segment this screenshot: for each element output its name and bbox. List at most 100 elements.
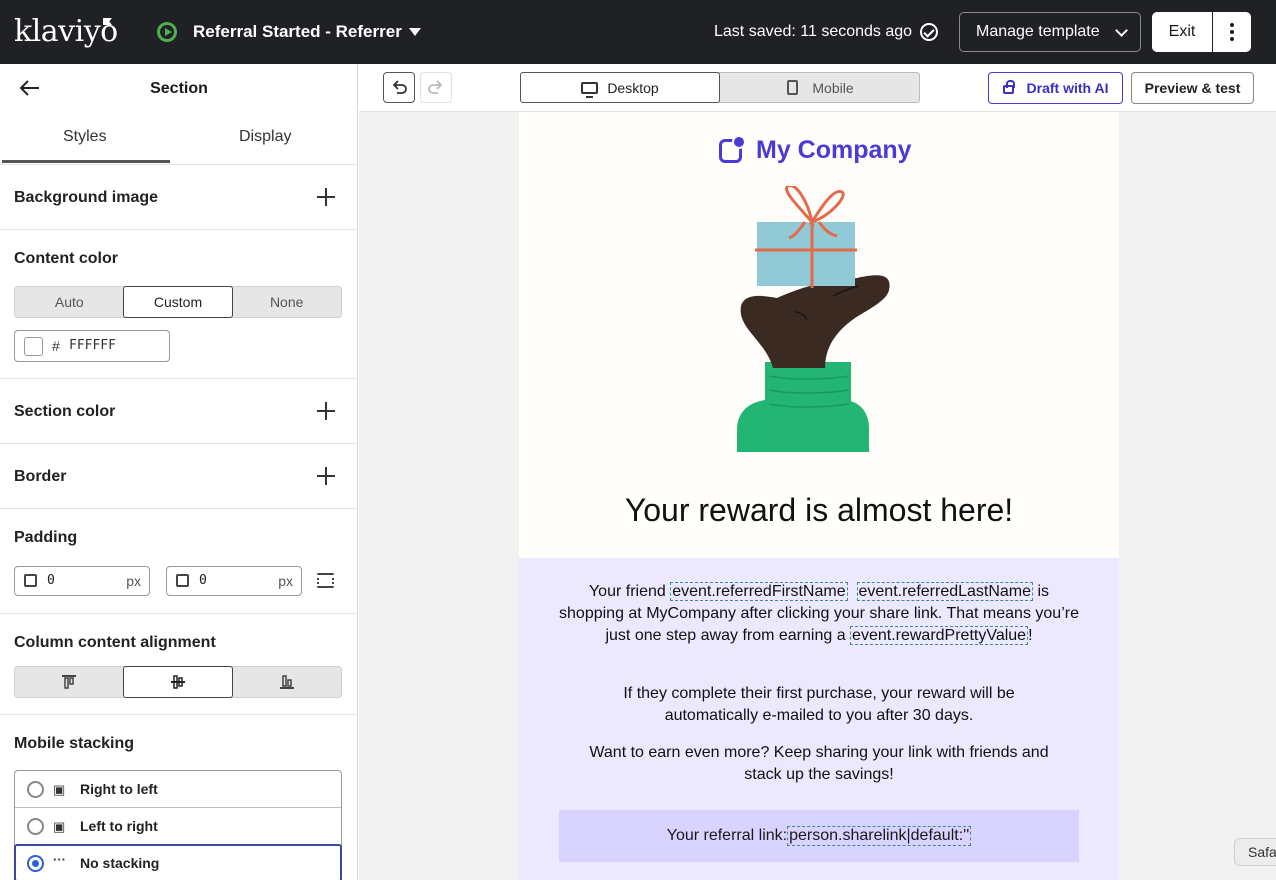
- redo-icon: [428, 80, 443, 94]
- merge-tag[interactable]: event.referredLastName: [856, 582, 1034, 601]
- mobile-label: Mobile: [812, 79, 854, 96]
- merge-tag[interactable]: event.referredFirstName: [670, 582, 848, 601]
- tab-display[interactable]: Display: [239, 128, 291, 146]
- monitor-icon: [581, 81, 599, 98]
- body-paragraph-1[interactable]: Your friend event.referredFirstName even…: [559, 581, 1079, 647]
- padding-individual-sides-icon[interactable]: [317, 573, 334, 588]
- color-swatch[interactable]: [24, 337, 43, 356]
- stacking-label: Right to left: [80, 781, 158, 797]
- draft-with-ai-button[interactable]: Draft with AI: [988, 72, 1123, 104]
- px-unit: px: [126, 573, 141, 589]
- merge-tag[interactable]: person.sharelink|default:'': [787, 826, 972, 846]
- content-color-toggle: Auto Custom None: [14, 286, 342, 318]
- device-toggle: Desktop Mobile: [520, 72, 920, 103]
- chevron-down-icon: [1115, 24, 1128, 37]
- background-image-heading: Background image: [14, 189, 159, 206]
- preview-test-button[interactable]: Preview & test: [1131, 72, 1254, 104]
- exit-button[interactable]: Exit: [1152, 12, 1212, 52]
- no-stacking-icon: ···: [53, 852, 66, 867]
- lock-icon: [1003, 80, 1015, 94]
- top-bar: klaviyo Referral Started - Referrer Last…: [0, 0, 1276, 64]
- stacking-label: No stacking: [80, 855, 160, 871]
- column-alignment-heading: Column content alignment: [14, 634, 216, 651]
- section-color-heading: Section color: [14, 403, 116, 420]
- brand-mark-icon: [719, 134, 746, 163]
- desktop-view-button[interactable]: Desktop: [520, 72, 720, 103]
- hash-label: #: [52, 338, 60, 354]
- referral-link-label: Your referral link:: [666, 827, 788, 844]
- email-headline[interactable]: Your reward is almost here!: [519, 492, 1119, 529]
- manage-template-label: Manage template: [976, 23, 1100, 40]
- editor-toolbar: Desktop Mobile Draft with AI Preview & t…: [359, 64, 1276, 112]
- body-paragraph-2[interactable]: If they complete their first purchase, y…: [599, 683, 1039, 727]
- tabs-divider: [0, 164, 358, 165]
- draft-with-ai-label: Draft with AI: [1026, 80, 1109, 96]
- email-canvas: Desktop Mobile Draft with AI Preview & t…: [359, 64, 1276, 880]
- align-top-button[interactable]: [15, 667, 124, 697]
- panel-title: Section: [150, 80, 208, 97]
- divider: [0, 508, 358, 509]
- body-paragraph-3[interactable]: Want to earn even more? Keep sharing you…: [579, 742, 1059, 786]
- divider: [0, 229, 358, 230]
- horizontal-padding-field[interactable]: 0 px: [166, 566, 302, 596]
- vertical-padding-value[interactable]: 0: [47, 573, 55, 588]
- add-section-color-icon[interactable]: [317, 402, 335, 420]
- horizontal-padding-value[interactable]: 0: [199, 573, 207, 588]
- manage-template-button[interactable]: Manage template: [959, 12, 1141, 52]
- stacking-left-to-right[interactable]: ▣ Left to right: [15, 808, 341, 845]
- hex-value[interactable]: FFFFFF: [69, 338, 116, 353]
- border-heading: Border: [14, 468, 67, 485]
- add-background-image-icon[interactable]: [317, 188, 335, 206]
- divider: [0, 714, 358, 715]
- undo-button[interactable]: [383, 72, 415, 103]
- vertical-padding-field[interactable]: 0 px: [14, 566, 150, 596]
- left-to-right-icon: ▣: [53, 819, 66, 834]
- mobile-stacking-options: ▣ Right to left ▣ Left to right ··· No s…: [14, 770, 342, 880]
- caret-down-icon[interactable]: [409, 28, 421, 36]
- merge-tag[interactable]: event.rewardPrettyValue: [850, 626, 1029, 645]
- mobile-stacking-heading: Mobile stacking: [14, 735, 135, 752]
- desktop-label: Desktop: [607, 79, 659, 96]
- flow-title[interactable]: Referral Started - Referrer: [193, 22, 402, 42]
- active-tab-indicator: [2, 160, 170, 163]
- content-color-none[interactable]: None: [232, 287, 341, 317]
- safari-tab[interactable]: Safa: [1234, 838, 1276, 866]
- klaviyo-logo[interactable]: klaviyo: [14, 14, 118, 49]
- radio-button[interactable]: [27, 818, 44, 835]
- email-body-section[interactable]: Your friend event.referredFirstName even…: [519, 558, 1119, 880]
- brand-logo[interactable]: My Company: [719, 134, 912, 165]
- radio-button[interactable]: [27, 781, 44, 798]
- content-color-custom[interactable]: Custom: [122, 286, 234, 318]
- align-middle-button[interactable]: [122, 666, 234, 698]
- brand-name: My Company: [756, 136, 912, 164]
- flow-live-status-icon: [157, 22, 177, 42]
- add-border-icon[interactable]: [317, 467, 335, 485]
- align-bottom-icon: [279, 675, 294, 689]
- column-alignment-toggle: [14, 666, 342, 698]
- stacking-label: Left to right: [80, 818, 158, 834]
- px-unit: px: [278, 573, 293, 589]
- stacking-none[interactable]: ··· No stacking: [14, 844, 342, 880]
- referral-link-block[interactable]: Your referral link: person.sharelink|def…: [559, 810, 1079, 862]
- divider: [0, 443, 358, 444]
- text-run: Your friend: [588, 583, 671, 600]
- more-options-button[interactable]: [1213, 12, 1251, 52]
- tab-styles[interactable]: Styles: [63, 128, 107, 146]
- content-color-auto[interactable]: Auto: [15, 287, 124, 317]
- vertical-padding-icon: [24, 574, 37, 587]
- section-properties-panel: Section Styles Display Background image …: [0, 64, 358, 880]
- gift-hand-illustration[interactable]: [733, 186, 893, 452]
- stacking-right-to-left[interactable]: ▣ Right to left: [15, 771, 341, 808]
- radio-button-selected[interactable]: [27, 855, 44, 872]
- divider: [0, 613, 358, 614]
- undo-icon: [392, 80, 407, 94]
- align-top-icon: [62, 675, 77, 689]
- mobile-view-button[interactable]: Mobile: [721, 73, 920, 102]
- redo-button[interactable]: [420, 72, 452, 103]
- align-middle-icon: [171, 675, 185, 689]
- content-color-field[interactable]: # FFFFFF: [14, 330, 170, 362]
- align-bottom-button[interactable]: [232, 667, 341, 697]
- phone-icon: [787, 80, 799, 95]
- padding-heading: Padding: [14, 529, 78, 546]
- divider: [0, 378, 358, 379]
